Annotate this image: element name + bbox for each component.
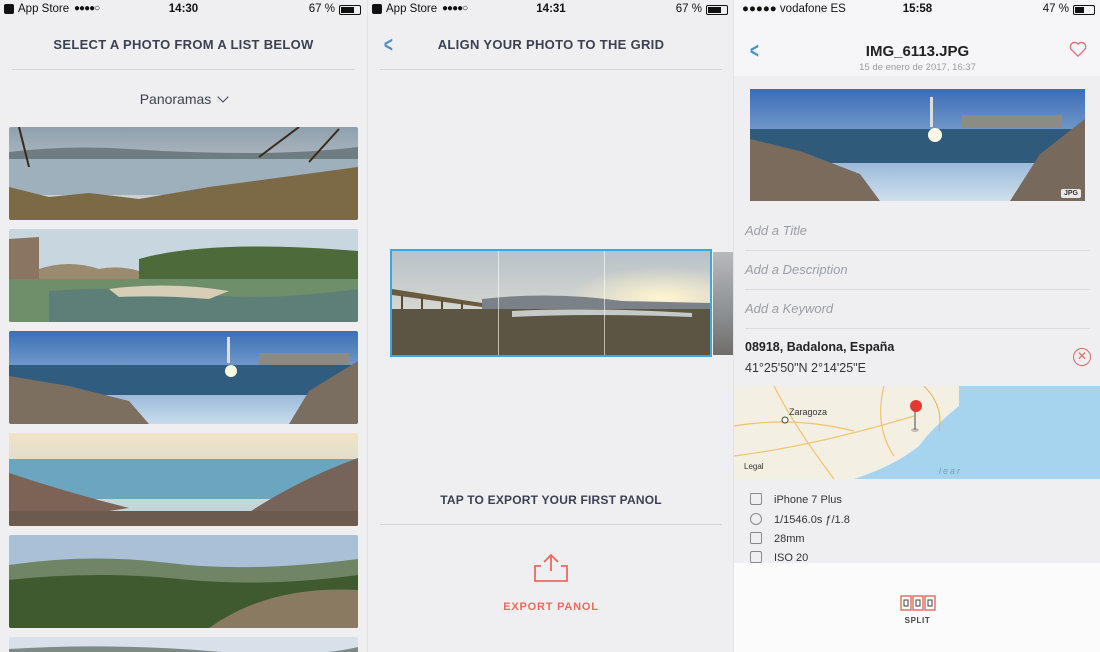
status-bar: App Store ●●●●○ 14:31 67 % <box>368 0 734 18</box>
description-field[interactable]: Add a Description <box>745 251 1090 290</box>
location-address: 08918, Badalona, España <box>745 340 895 354</box>
remove-location-icon[interactable]: ✕ <box>1073 348 1091 366</box>
camera-model: iPhone 7 Plus <box>750 491 842 511</box>
lens-icon <box>750 532 762 544</box>
keyword-field[interactable]: Add a Keyword <box>745 290 1090 329</box>
map-city-label: Zaragoza <box>789 407 828 417</box>
grid-line <box>604 251 605 355</box>
battery-percent: 67 % <box>675 3 702 15</box>
battery-icon <box>339 5 361 15</box>
panorama-thumbnail[interactable] <box>9 229 358 322</box>
location-map[interactable]: Zaragoza Legal lear <box>734 386 1100 479</box>
battery-percent: 67 % <box>308 3 335 15</box>
exposure-info: 1/1546.0s ƒ/1.8 <box>750 511 850 531</box>
title-field[interactable]: Add a Title <box>745 212 1090 251</box>
panorama-thumbnail[interactable] <box>9 331 358 424</box>
battery-percent: 47 % <box>1042 3 1069 15</box>
panorama-thumbnail[interactable] <box>9 637 358 652</box>
focal-length: 28mm <box>750 530 805 550</box>
divider <box>380 69 722 70</box>
page-title: SELECT A PHOTO FROM A LIST BELOW <box>53 37 314 52</box>
map-legal-link[interactable]: Legal <box>744 462 764 471</box>
heart-icon[interactable] <box>1069 40 1087 58</box>
panorama-thumbnail[interactable] <box>9 433 358 526</box>
chevron-down-icon <box>217 91 229 103</box>
status-bar: App Store ●●●●○ 14:30 67 % <box>0 0 367 18</box>
export-icon[interactable] <box>533 553 569 583</box>
next-panel-preview <box>713 252 734 355</box>
panorama-thumbnail[interactable] <box>9 535 358 628</box>
photo-preview[interactable]: JPG <box>750 89 1085 201</box>
battery-icon <box>1073 5 1095 15</box>
split-icon[interactable] <box>900 595 936 611</box>
export-hint: TAP TO EXPORT YOUR FIRST PANOL <box>440 493 662 507</box>
map-sea-label: lear <box>939 466 963 476</box>
iso-icon <box>750 551 762 563</box>
align-grid-screen: App Store ●●●●○ 14:31 67 % < ALIGN YOUR … <box>367 0 734 652</box>
format-badge: JPG <box>1060 189 1081 198</box>
status-bar: ●●●●● vodafone ES 15:58 47 % <box>734 0 1100 18</box>
album-dropdown[interactable]: Panoramas <box>0 91 367 107</box>
grid-line <box>498 251 499 355</box>
panorama-thumbnail[interactable] <box>9 127 358 220</box>
photo-date: 15 de enero de 2017, 16:37 <box>859 62 976 73</box>
photo-detail-screen: ●●●●● vodafone ES 15:58 47 % < IMG_6113.… <box>733 0 1100 652</box>
photo-list-screen: App Store ●●●●○ 14:30 67 % SELECT A PHOT… <box>0 0 367 652</box>
export-panol-button[interactable]: EXPORT PANOL <box>368 601 734 613</box>
page-title: ALIGN YOUR PHOTO TO THE GRID <box>437 37 665 52</box>
split-button[interactable]: SPLIT <box>734 616 1100 625</box>
divider <box>12 69 355 70</box>
divider <box>380 524 722 525</box>
camera-icon <box>750 493 762 505</box>
aperture-icon <box>750 513 762 525</box>
battery-icon <box>706 5 728 15</box>
location-coordinates: 41°25'50"N 2°14'25"E <box>745 361 866 375</box>
file-name: IMG_6113.JPG <box>865 43 970 60</box>
album-label: Panoramas <box>139 91 212 107</box>
alignment-grid[interactable] <box>390 249 712 357</box>
